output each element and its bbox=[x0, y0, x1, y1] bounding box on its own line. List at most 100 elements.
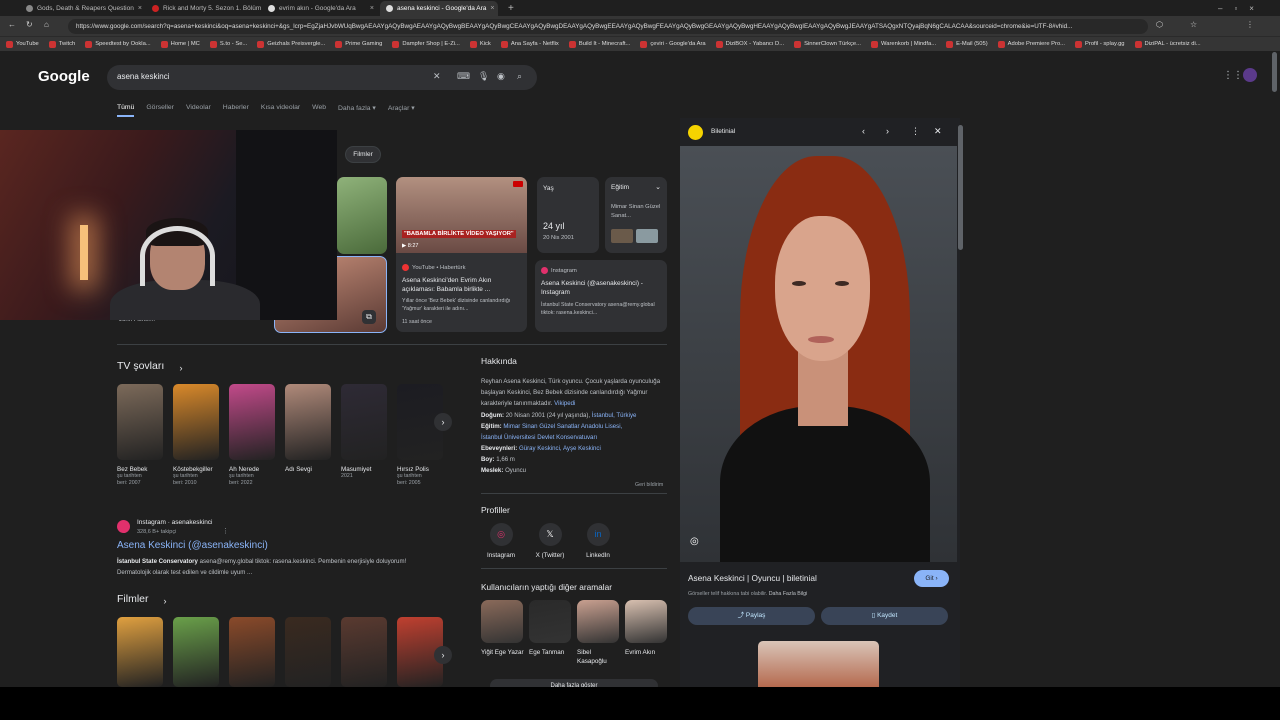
search-icon[interactable]: ⌕ bbox=[517, 71, 522, 82]
fact-link[interactable]: Güray Keskinci, Ayşe Keskinci bbox=[519, 445, 601, 452]
previous-icon[interactable]: ‹ bbox=[862, 126, 865, 136]
panel-site-name[interactable]: Biletinial bbox=[711, 128, 735, 135]
bookmark-item[interactable]: Geizhals Preisvergle... bbox=[257, 40, 325, 48]
home-icon[interactable]: ⌂ bbox=[44, 20, 49, 29]
lens-icon[interactable]: ◎ bbox=[690, 536, 699, 547]
tv-show-item[interactable]: Masumiyet 2021 bbox=[341, 384, 387, 487]
extensions-icon[interactable]: ⬡ bbox=[1156, 20, 1163, 29]
page-scrollbar[interactable] bbox=[1272, 52, 1277, 92]
tv-show-item[interactable]: Köstebekgiller şu tarihten beri: 2010 bbox=[173, 384, 219, 487]
search-tab[interactable]: Kısa videolar bbox=[261, 104, 300, 117]
search-input[interactable]: asena keskinci bbox=[117, 72, 169, 81]
chevron-down-icon[interactable]: ⌄ bbox=[655, 183, 661, 191]
close-icon[interactable]: ✕ bbox=[934, 126, 942, 137]
bookmark-item[interactable]: Home | MC bbox=[160, 40, 200, 48]
avatar[interactable] bbox=[1243, 68, 1257, 82]
maximize-icon[interactable]: ▫ bbox=[1234, 4, 1237, 13]
chevron-right-icon[interactable]: › bbox=[156, 592, 174, 610]
close-icon[interactable]: × bbox=[138, 5, 142, 12]
search-tab[interactable]: Tümü bbox=[117, 104, 135, 117]
tv-show-item[interactable]: Ah Nerede şu tarihten beri: 2022 bbox=[229, 384, 275, 487]
person-photo[interactable] bbox=[577, 600, 619, 643]
search-box[interactable] bbox=[107, 65, 537, 90]
film-item[interactable] bbox=[341, 617, 387, 687]
video-title[interactable]: Asena Keskinci'den Evrim Akın açıklaması… bbox=[402, 276, 522, 294]
films-title[interactable]: Filmler bbox=[117, 593, 149, 605]
panel-scrollbar[interactable] bbox=[958, 125, 963, 250]
profile-link-linkedin[interactable]: in LinkedIn bbox=[578, 523, 618, 559]
result-title-link[interactable]: Asena Keskinci (@asenakeskinci) bbox=[117, 540, 268, 551]
result-site[interactable]: Instagram · asenakeskinci bbox=[137, 519, 213, 526]
browser-tab[interactable]: evrim akın - Google'da Ara × bbox=[262, 1, 380, 16]
share-button[interactable]: ⤴ Paylaş bbox=[688, 607, 815, 625]
search-tab[interactable]: Videolar bbox=[186, 104, 211, 117]
close-icon[interactable]: × bbox=[370, 5, 374, 12]
film-item[interactable] bbox=[229, 617, 275, 687]
fact-link[interactable]: İstanbul Üniversitesi Devlet Konservatuv… bbox=[481, 434, 597, 441]
bookmark-item[interactable]: Twitch bbox=[48, 40, 75, 48]
bookmark-item[interactable]: DiziPAL - ücretsiz di... bbox=[1134, 40, 1201, 48]
save-button[interactable]: ▯ Kaydet bbox=[821, 607, 948, 625]
search-tab[interactable]: Haberler bbox=[223, 104, 249, 117]
carousel-next-button[interactable]: › bbox=[434, 646, 452, 664]
close-window-icon[interactable]: × bbox=[1249, 4, 1254, 13]
bookmark-item[interactable]: S.to - Se... bbox=[209, 40, 247, 48]
bookmark-item[interactable]: E-Mail (505) bbox=[946, 40, 988, 48]
bookmark-item[interactable]: Profil - splay.gg bbox=[1075, 40, 1125, 48]
person-name[interactable]: Ege Tanman bbox=[529, 648, 573, 657]
instagram-card-title[interactable]: Asena Keskinci (@asenakeskinci) - Instag… bbox=[541, 279, 661, 297]
bookmark-item[interactable]: SinnerClown Türkçe... bbox=[794, 40, 861, 48]
visit-button[interactable]: Git › bbox=[914, 570, 949, 587]
instagram-card[interactable]: Instagram Asena Keskinci (@asenakeskinci… bbox=[535, 260, 667, 332]
tv-show-item[interactable]: Adı Sevgi bbox=[285, 384, 331, 487]
fact-link[interactable]: Mimar Sinan Güzel Sanatlar Anadolu Lises… bbox=[503, 423, 622, 430]
person-name[interactable]: Yiğit Ege Yazar bbox=[481, 648, 525, 657]
bookmark-star-icon[interactable]: ☆ bbox=[1190, 20, 1197, 29]
browser-tab-active[interactable]: asena keskinci - Google'da Ara × bbox=[380, 1, 498, 16]
bookmark-item[interactable]: Warenkorb | Mindfa... bbox=[870, 40, 936, 48]
new-tab-button[interactable]: + bbox=[502, 1, 516, 16]
search-tab[interactable]: Görseller bbox=[146, 104, 174, 117]
profile-link-xtwitter[interactable]: 𝕏 X (Twitter) bbox=[530, 523, 570, 559]
fact-link[interactable]: İstanbul, Türkiye bbox=[592, 412, 637, 419]
carousel-next-button[interactable]: › bbox=[434, 413, 452, 431]
browser-tab[interactable]: Gods, Death & Reapers Question × bbox=[20, 1, 146, 16]
bookmark-item[interactable]: DiziBOX - Yabancı D... bbox=[715, 40, 784, 48]
window-controls[interactable]: – ▫ × bbox=[1212, 1, 1276, 16]
film-item[interactable] bbox=[173, 617, 219, 687]
wikipedia-link[interactable]: Vikipedi bbox=[554, 400, 575, 407]
reload-icon[interactable]: ↻ bbox=[26, 20, 33, 29]
bookmark-item[interactable]: Adobe Premiere Pro... bbox=[997, 40, 1065, 48]
google-logo[interactable]: Google bbox=[38, 68, 90, 85]
tv-shows-title[interactable]: TV şovları bbox=[117, 360, 164, 372]
apps-grid-icon[interactable]: ⋮⋮ bbox=[1223, 70, 1243, 81]
clear-icon[interactable]: ✕ bbox=[433, 71, 441, 82]
bookmark-item[interactable]: Prime Gaming bbox=[335, 40, 382, 48]
person-name[interactable]: Evrim Akın bbox=[625, 648, 669, 657]
next-icon[interactable]: › bbox=[886, 126, 889, 136]
search-tab[interactable]: Araçlar ▾ bbox=[388, 104, 415, 117]
person-photo[interactable] bbox=[625, 600, 667, 643]
image-zoom-icon[interactable]: ⧉ bbox=[362, 310, 376, 324]
lens-icon[interactable]: ◉ bbox=[497, 71, 505, 82]
back-icon[interactable]: ← bbox=[8, 20, 16, 29]
more-options-icon[interactable]: ⋮ bbox=[222, 527, 229, 535]
panel-image-title[interactable]: Asena Keskinci | Oyuncu | biletinial bbox=[688, 573, 817, 583]
microphone-icon[interactable]: 🎙 bbox=[478, 71, 489, 82]
tv-show-item[interactable]: Hırsız Polis şu tarihten beri: 2005 bbox=[397, 384, 443, 487]
bookmark-item[interactable]: YouTube bbox=[6, 40, 39, 48]
panel-main-image[interactable]: ◎ bbox=[680, 146, 957, 562]
close-icon[interactable]: × bbox=[490, 5, 494, 12]
film-item[interactable] bbox=[285, 617, 331, 687]
person-photo[interactable] bbox=[481, 600, 523, 643]
menu-icon[interactable]: ⋮ bbox=[1246, 20, 1254, 29]
minimize-icon[interactable]: – bbox=[1218, 4, 1222, 13]
age-card[interactable]: Yaş 24 yıl 20 Nis 2001 bbox=[537, 177, 599, 253]
more-info-link[interactable]: Daha Fazla Bilgi bbox=[769, 591, 808, 597]
person-photo[interactable] bbox=[529, 600, 571, 643]
profile-link-instagram[interactable]: ◎ Instagram bbox=[481, 523, 521, 559]
keyboard-icon[interactable]: ⌨ bbox=[457, 71, 470, 82]
film-item[interactable] bbox=[117, 617, 163, 687]
education-card[interactable]: Eğitim ⌄ Mimar Sinan Güzel Sanat... bbox=[605, 177, 667, 253]
tv-show-item[interactable]: Bez Bebek şu tarihten beri: 2007 bbox=[117, 384, 163, 487]
